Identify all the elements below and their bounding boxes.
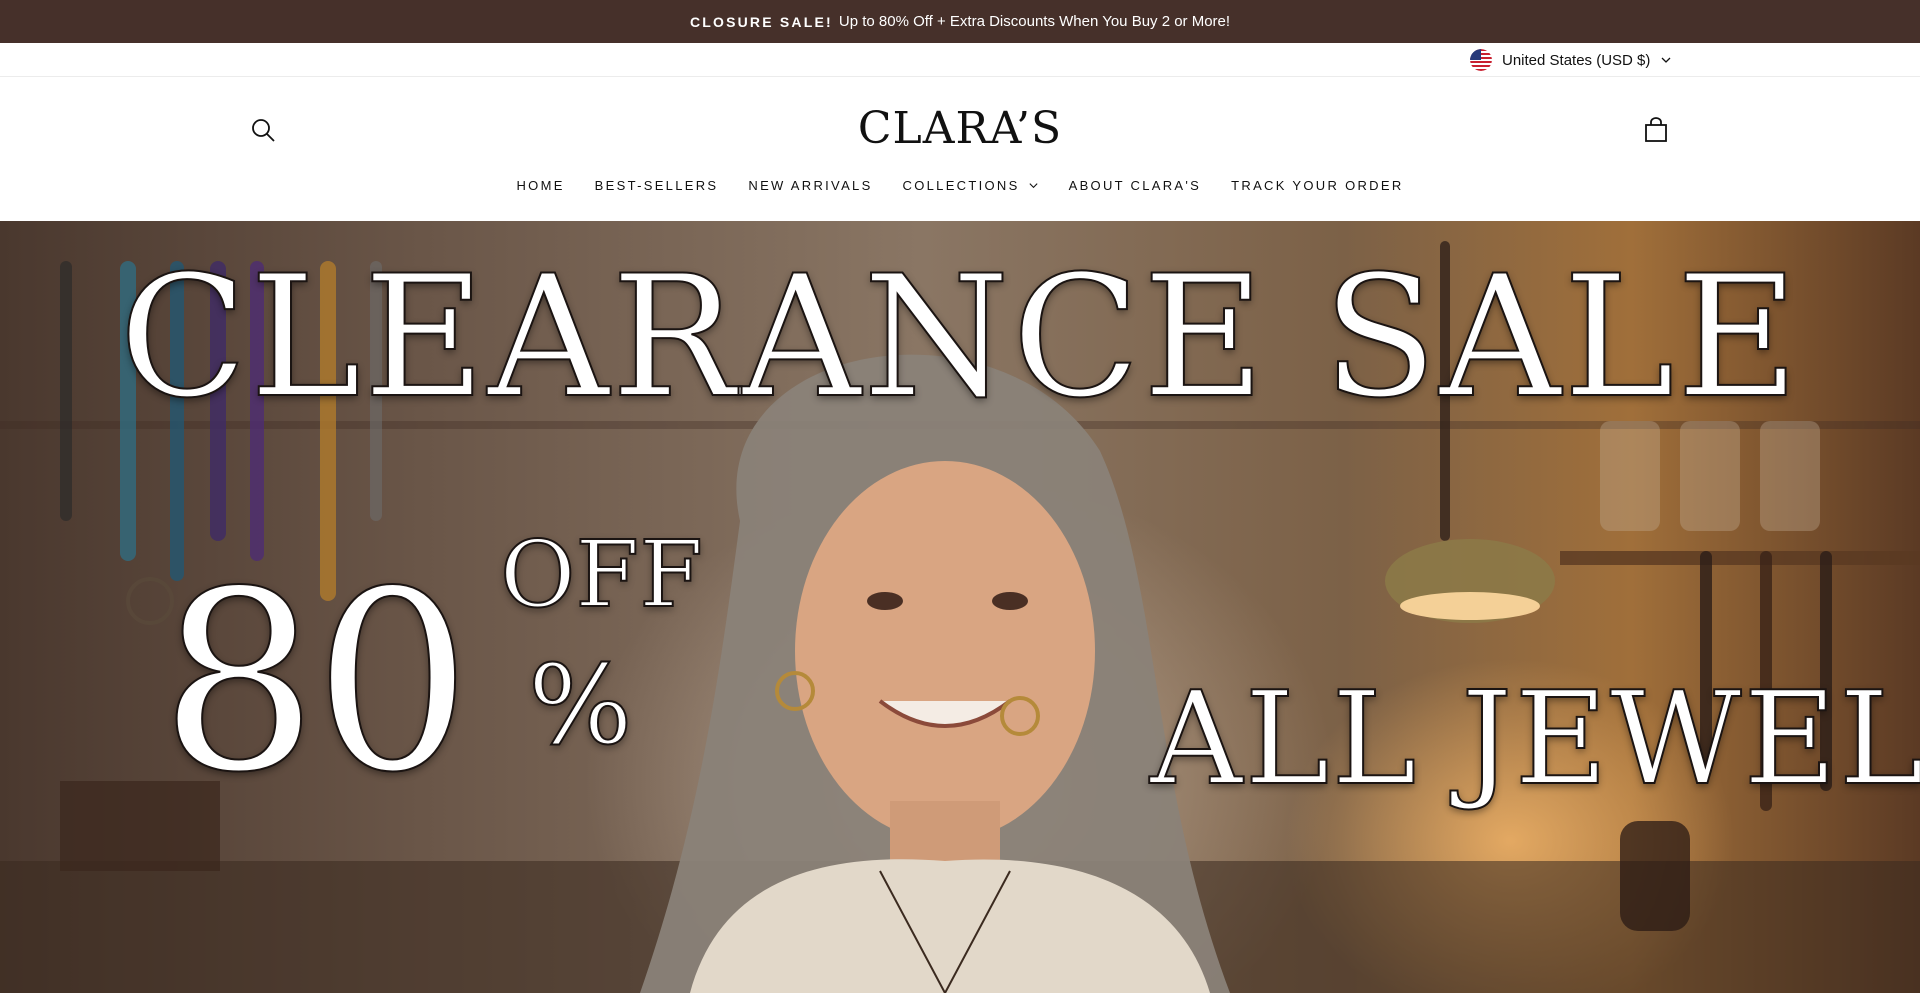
site-header: CLARA’S HOME BEST-SELLERS NEW ARRIVALS C… <box>0 77 1920 221</box>
hero-headline: CLEARANCE SALE <box>118 238 1802 436</box>
chevron-down-icon <box>1029 182 1038 188</box>
shopping-bag-icon <box>1645 117 1667 142</box>
hero-banner[interactable]: CLEARANCE SALE 80 OFF % ALL JEWELS <box>0 221 1920 993</box>
hero-discount-off: OFF <box>499 520 704 629</box>
announcement-strong: CLOSURE SALE! <box>689 13 833 30</box>
main-nav: HOME BEST-SELLERS NEW ARRIVALS COLLECTIO… <box>0 175 1920 195</box>
nav-item-new-arrivals[interactable]: NEW ARRIVALS <box>748 178 872 193</box>
hero-discount-percent: % <box>527 640 634 770</box>
site-logo[interactable]: CLARA’S <box>0 103 1920 154</box>
chevron-down-icon <box>1661 57 1671 63</box>
nav-item-track-order[interactable]: TRACK YOUR ORDER <box>1231 178 1403 193</box>
nav-item-about[interactable]: ABOUT CLARA'S <box>1069 178 1202 193</box>
us-flag-icon <box>1470 49 1492 71</box>
nav-item-home[interactable]: HOME <box>516 178 564 193</box>
announcement-bar: CLOSURE SALE! Up to 80% Off + Extra Disc… <box>0 0 1920 43</box>
hero-subline: ALL JEWELS <box>1149 664 1920 815</box>
locale-bar: United States (USD $) <box>0 43 1920 77</box>
cart-button[interactable] <box>1643 117 1669 143</box>
currency-label: United States (USD $) <box>1502 51 1651 69</box>
hero-discount-number: 80 <box>159 538 473 828</box>
announcement-text: Up to 80% Off + Extra Discounts When You… <box>838 13 1231 30</box>
nav-item-best-sellers[interactable]: BEST-SELLERS <box>595 178 719 193</box>
nav-item-collections[interactable]: COLLECTIONS <box>903 178 1039 193</box>
currency-selector[interactable]: United States (USD $) <box>1470 48 1672 72</box>
